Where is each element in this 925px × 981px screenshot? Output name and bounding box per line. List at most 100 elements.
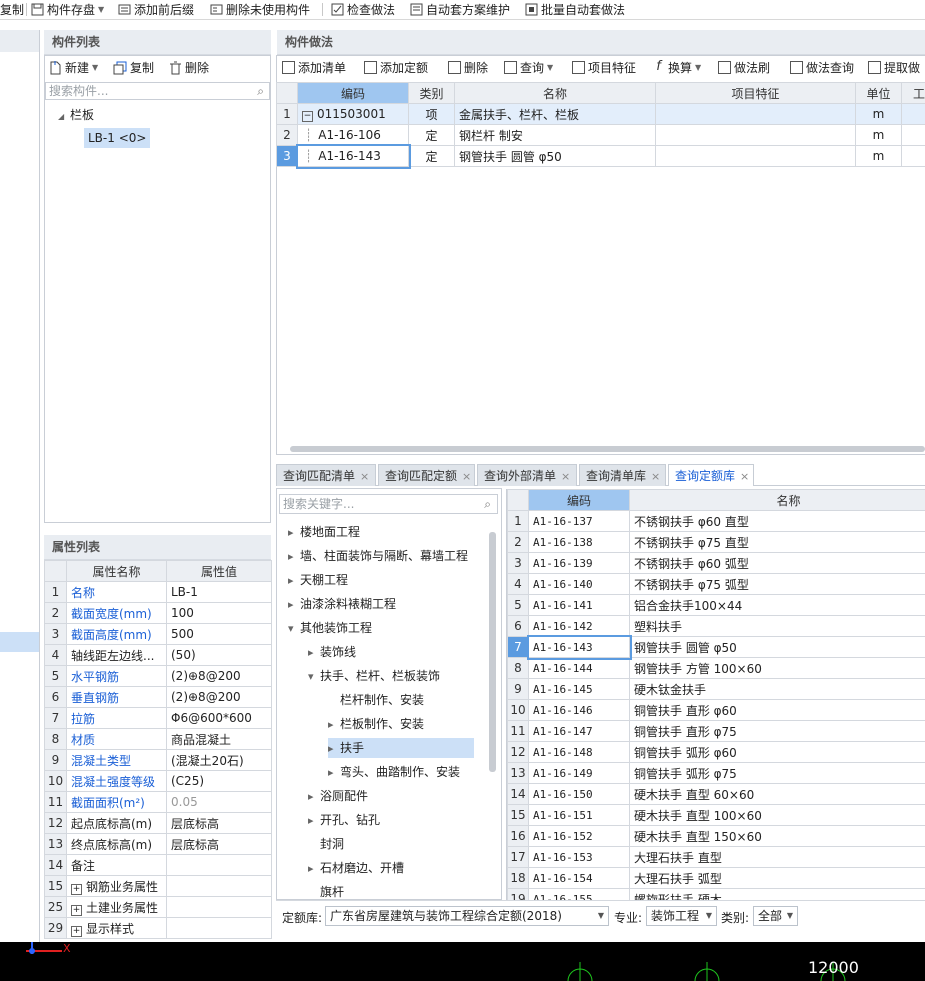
quota-table-row[interactable]: 14 A1-16-150 硬木扶手 直型 60×60 (507, 783, 925, 805)
method-unit-cell[interactable]: m (855, 124, 902, 146)
quota-table-row[interactable]: 1 A1-16-137 不锈钢扶手 φ60 直型 (507, 510, 925, 532)
tab-query-list-library[interactable]: 查询清单库 × (579, 464, 666, 486)
expanded-arrow-icon[interactable]: ▾ (308, 667, 320, 687)
close-icon[interactable]: × (651, 470, 660, 483)
method-name-cell[interactable]: 钢管扶手 圆管 φ50 (454, 145, 656, 167)
attribute-value-cell[interactable]: (50) (166, 644, 272, 666)
attribute-name-cell[interactable]: 垂直钢筋 (66, 686, 167, 708)
header-name[interactable]: 名称 (629, 489, 925, 511)
quota-table-row[interactable]: 3 A1-16-139 不锈钢扶手 φ60 弧型 (507, 552, 925, 574)
expand-plus-icon[interactable]: + (71, 883, 82, 895)
attribute-value-cell[interactable] (166, 854, 272, 876)
attribute-name-cell[interactable]: + 土建业务属性 (66, 896, 167, 918)
quota-library-select[interactable]: 广东省房屋建筑与装饰工程综合定额(2018) ▼ (325, 906, 609, 926)
row-number[interactable]: 17 (507, 846, 529, 868)
left-strip-selected-row[interactable] (0, 632, 39, 652)
method-code-cell[interactable]: −011503001 (297, 103, 409, 125)
check-method-button[interactable]: 检查做法 (331, 0, 395, 19)
row-number[interactable]: 12 (507, 741, 529, 763)
quota-name-cell[interactable]: 不锈钢扶手 φ60 直型 (629, 510, 925, 532)
attribute-name-cell[interactable]: 水平钢筋 (66, 665, 167, 687)
quota-table-row[interactable]: 11 A1-16-147 铜管扶手 直形 φ75 (507, 720, 925, 742)
close-icon[interactable]: × (561, 470, 570, 483)
conversion-button[interactable]: f 换算 ▼ (652, 59, 701, 76)
row-number[interactable]: 16 (507, 825, 529, 847)
quota-table-row[interactable]: 12 A1-16-148 铜管扶手 弧形 φ60 (507, 741, 925, 763)
row-number[interactable]: 9 (507, 678, 529, 700)
row-number[interactable]: 6 (507, 615, 529, 637)
attribute-value-cell[interactable]: 层底标高 (166, 833, 272, 855)
copy-toolbar-button[interactable]: 复制 (0, 0, 24, 19)
attribute-name-cell[interactable]: 截面面积(m²) (66, 791, 167, 813)
query-tree-scrollbar[interactable] (489, 532, 496, 772)
quota-name-cell[interactable]: 铜管扶手 直形 φ75 (629, 720, 925, 742)
quota-name-cell[interactable]: 铝合金扶手100×44 (629, 594, 925, 616)
item-feature-button[interactable]: 项目特征 (572, 59, 636, 76)
attribute-row[interactable]: 12 起点底标高(m) 层底标高 (44, 812, 272, 834)
attribute-row[interactable]: 10 混凝土强度等级 (C25) (44, 770, 272, 792)
quota-code-cell[interactable]: A1-16-137 (528, 510, 630, 532)
query-tree-node[interactable]: ▸ 浴厕配件 (308, 786, 368, 806)
query-search-input[interactable]: 搜索关键字... ⌕ (279, 494, 498, 514)
method-type-cell[interactable]: 定 (408, 124, 455, 146)
quota-name-cell[interactable]: 不锈钢扶手 φ60 弧型 (629, 552, 925, 574)
quota-table-row[interactable]: 19 A1-16-155 螺旋形扶手 硬木 (507, 888, 925, 900)
row-number[interactable]: 3 (276, 145, 298, 167)
attribute-name-cell[interactable]: 起点底标高(m) (66, 812, 167, 834)
quota-table-row[interactable]: 8 A1-16-144 钢管扶手 方管 100×60 (507, 657, 925, 679)
attribute-value-cell[interactable]: (2)⊕8@200 (166, 686, 272, 708)
attribute-value-cell[interactable]: LB-1 (166, 581, 272, 603)
method-unit-cell[interactable]: m (855, 103, 902, 125)
attribute-value-cell[interactable]: (2)⊕8@200 (166, 665, 272, 687)
collapsed-arrow-icon[interactable]: ▸ (308, 811, 320, 831)
attribute-row[interactable]: 1 名称 LB-1 (44, 581, 272, 603)
query-tree-node[interactable]: ▸ 装饰线 (308, 642, 356, 662)
quota-name-cell[interactable]: 不锈钢扶手 φ75 弧型 (629, 573, 925, 595)
quota-code-cell[interactable]: A1-16-153 (528, 846, 630, 868)
method-type-cell[interactable]: 项 (408, 103, 455, 125)
attribute-row[interactable]: 9 混凝土类型 (混凝土20石) (44, 749, 272, 771)
batch-auto-method-button[interactable]: 批量自动套做法 (525, 0, 625, 19)
query-tree-node[interactable]: ▾ 其他装饰工程 (288, 618, 372, 638)
quota-table-row[interactable]: 17 A1-16-153 大理石扶手 直型 (507, 846, 925, 868)
attribute-row[interactable]: 2 截面宽度(mm) 100 (44, 602, 272, 624)
attribute-name-cell[interactable]: 截面宽度(mm) (66, 602, 167, 624)
header-name[interactable]: 名称 (454, 82, 656, 104)
query-tree-node[interactable]: 封洞 (308, 834, 344, 854)
attribute-value-cell[interactable] (166, 917, 272, 939)
collapsed-arrow-icon[interactable]: ▸ (308, 787, 320, 807)
quota-code-cell[interactable]: A1-16-152 (528, 825, 630, 847)
attribute-row[interactable]: 4 轴线距左边线... (50) (44, 644, 272, 666)
method-name-cell[interactable]: 钢栏杆 制安 (454, 124, 656, 146)
quota-code-cell[interactable]: A1-16-155 (528, 888, 630, 900)
auto-scheme-button[interactable]: 自动套方案维护 (410, 0, 510, 19)
method-feature-cell[interactable] (655, 103, 856, 125)
quota-name-cell[interactable]: 钢管扶手 方管 100×60 (629, 657, 925, 679)
attribute-row[interactable]: 29 + 显示样式 (44, 917, 272, 939)
quota-name-cell[interactable]: 塑料扶手 (629, 615, 925, 637)
quota-table-row[interactable]: 7 A1-16-143 钢管扶手 圆管 φ50 (507, 634, 925, 660)
query-tree-node[interactable]: ▸ 栏板制作、安装 (328, 714, 424, 734)
quota-code-cell[interactable]: A1-16-145 (528, 678, 630, 700)
add-prefix-suffix-button[interactable]: 添加前后缀 (118, 0, 194, 19)
query-tree-node[interactable]: ▸ 天棚工程 (288, 570, 348, 590)
row-number[interactable]: 18 (507, 867, 529, 889)
close-icon[interactable]: × (360, 470, 369, 483)
attribute-row[interactable]: 14 备注 (44, 854, 272, 876)
save-component-button[interactable]: 构件存盘 ▼ (31, 0, 104, 19)
method-table-row[interactable]: 3 ┊ A1-16-143 定钢管扶手 圆管 φ50 m (276, 143, 925, 169)
quota-table-row[interactable]: 6 A1-16-142 塑料扶手 (507, 615, 925, 637)
attribute-name-cell[interactable]: 名称 (66, 581, 167, 603)
row-number[interactable]: 2 (276, 124, 298, 146)
quota-code-cell[interactable]: A1-16-147 (528, 720, 630, 742)
new-component-button[interactable]: 新建 ▼ (48, 59, 98, 76)
tab-query-match-list[interactable]: 查询匹配清单 × (276, 464, 376, 486)
tab-query-match-quota[interactable]: 查询匹配定额 × (378, 464, 475, 486)
method-brush-button[interactable]: 做法刷 (718, 59, 770, 76)
quota-code-cell[interactable]: A1-16-139 (528, 552, 630, 574)
quota-name-cell[interactable]: 硬木扶手 直型 150×60 (629, 825, 925, 847)
attribute-value-cell[interactable]: 500 (166, 623, 272, 645)
quota-table-row[interactable]: 5 A1-16-141 铝合金扶手100×44 (507, 594, 925, 616)
collapsed-arrow-icon[interactable]: ▸ (288, 523, 300, 543)
quota-code-cell[interactable]: A1-16-150 (528, 783, 630, 805)
